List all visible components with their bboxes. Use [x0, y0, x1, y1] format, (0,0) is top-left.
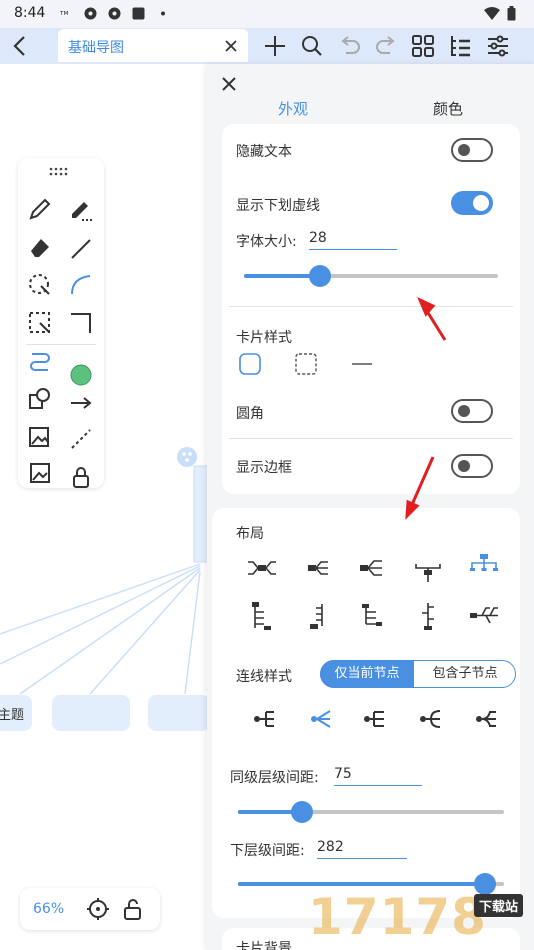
search-icon[interactable] — [299, 33, 325, 59]
line-style-with-children[interactable]: 包含子节点 — [414, 660, 516, 688]
zoom-bar: 66% — [20, 888, 160, 930]
hide-text-label: 隐藏文本 — [236, 144, 292, 160]
card-style-dashed-icon[interactable] — [294, 352, 318, 376]
app-square-icon — [132, 7, 145, 20]
insert-image-icon[interactable] — [27, 424, 53, 450]
appearance-card: 隐藏文本 显示下划虚线 字体大小: 28 卡片样式 圆角 显示边框 — [222, 124, 520, 494]
watermark-badge: 下载站 — [474, 894, 524, 917]
corner-line-icon[interactable] — [68, 310, 94, 336]
card-style-rounded-icon[interactable] — [238, 352, 262, 376]
redo-icon[interactable] — [373, 33, 399, 59]
section-divider — [229, 438, 513, 439]
more-dot-icon — [161, 11, 165, 16]
sibling-gap-input[interactable]: 75 — [334, 766, 422, 786]
color-picker-icon[interactable] — [68, 362, 94, 388]
show-border-label: 显示边框 — [236, 460, 292, 476]
lock-icon[interactable] — [68, 464, 94, 490]
child-gap-label: 下层级间距: — [230, 843, 305, 859]
rounded-corner-label: 圆角 — [236, 406, 264, 422]
layout-card: 布局 连线样式 仅当前节点 包含子节点 同级层级间距: 75 下层级间距: 28… — [212, 508, 520, 918]
layout-bilateral-icon[interactable] — [246, 552, 278, 584]
document-tab-title: 基础导图 — [68, 40, 124, 56]
layout-tree-right-icon[interactable] — [246, 600, 278, 632]
topic-node-label: 主题 — [0, 708, 25, 723]
crop-image-icon[interactable] — [27, 460, 53, 486]
settings-sliders-icon[interactable] — [485, 33, 511, 59]
arc-tool-icon[interactable] — [68, 272, 94, 298]
layout-tree-left-icon[interactable] — [304, 600, 336, 632]
lasso-select-icon[interactable] — [27, 272, 53, 298]
layout-tree-both-icon[interactable] — [356, 600, 388, 632]
close-panel-icon[interactable] — [221, 76, 237, 92]
layout-org-up-icon[interactable] — [468, 550, 500, 582]
connector-style-1-icon[interactable] — [252, 706, 278, 732]
tab-color[interactable]: 颜色 — [433, 98, 463, 119]
drag-handle-icon[interactable] — [48, 166, 70, 176]
svg-text:ᵀᴹ: ᵀᴹ — [60, 11, 68, 20]
watermark: 17178 下载站 — [308, 886, 534, 950]
layout-right-icon[interactable] — [304, 552, 336, 584]
connector-style-4-icon[interactable] — [418, 706, 444, 732]
topic-node-3[interactable] — [148, 695, 210, 731]
close-tab-icon[interactable] — [224, 39, 238, 53]
topic-node[interactable]: 主题 — [0, 695, 32, 731]
layout-fishbone-icon[interactable] — [468, 600, 500, 632]
annotation-arrows — [405, 297, 447, 520]
connector-style-3-icon[interactable] — [362, 706, 388, 732]
wifi-icon — [484, 7, 500, 20]
marker-icon[interactable] — [68, 196, 94, 222]
dashed-line-icon[interactable] — [68, 426, 94, 452]
add-icon[interactable] — [262, 33, 288, 59]
outline-list-icon[interactable] — [447, 33, 473, 59]
status-time: 8:44 — [14, 5, 46, 21]
app-notification-icon-2 — [108, 7, 121, 20]
line-style-label: 连线样式 — [236, 669, 292, 685]
hide-text-toggle[interactable] — [451, 138, 493, 162]
section-divider — [229, 306, 513, 307]
tab-appearance[interactable]: 外观 — [278, 98, 308, 119]
document-tab[interactable]: 基础导图 — [58, 29, 248, 62]
rect-select-icon[interactable] — [27, 310, 53, 336]
font-size-input[interactable]: 28 — [309, 230, 397, 250]
eraser-icon[interactable] — [27, 234, 53, 260]
child-gap-input[interactable]: 282 — [317, 839, 407, 859]
arrow-tool-icon[interactable] — [68, 390, 94, 416]
pencil-icon[interactable] — [27, 196, 53, 222]
line-style-current-node[interactable]: 仅当前节点 — [320, 660, 414, 688]
topic-node-2[interactable] — [52, 695, 130, 731]
undo-icon[interactable] — [337, 33, 363, 59]
layout-left-icon[interactable] — [356, 552, 388, 584]
connector-style-5-icon[interactable] — [474, 706, 500, 732]
unlock-icon[interactable] — [121, 897, 145, 921]
sibling-gap-slider-thumb[interactable] — [291, 801, 313, 823]
signal-label-icon: ᵀᴹ — [60, 11, 68, 20]
app-notification-icon — [84, 7, 97, 20]
layout-title: 布局 — [236, 526, 264, 542]
battery-icon — [507, 6, 516, 21]
line-tool-icon[interactable] — [68, 236, 94, 262]
grid-view-icon[interactable] — [410, 33, 436, 59]
tool-divider — [26, 344, 96, 345]
drawing-tool-panel — [18, 158, 104, 488]
font-size-label: 字体大小: — [236, 234, 297, 250]
zoom-level[interactable]: 66% — [33, 901, 64, 917]
font-size-slider-thumb[interactable] — [309, 265, 331, 287]
card-style-line-icon[interactable] — [350, 352, 374, 376]
sibling-gap-label: 同级层级间距: — [230, 770, 319, 786]
connector-style-2-icon[interactable] — [308, 706, 334, 732]
card-background-label: 卡片背景 — [236, 941, 292, 950]
connector-path-icon[interactable] — [27, 348, 53, 374]
status-bar: 8:44 ᵀᴹ — [0, 0, 534, 28]
underline-toggle[interactable] — [451, 191, 493, 215]
back-arrow-icon[interactable] — [8, 33, 34, 59]
layout-timeline-icon[interactable] — [412, 600, 444, 632]
layout-org-down-icon[interactable] — [412, 556, 444, 588]
watermark-text: 17178 — [308, 888, 487, 946]
underline-label: 显示下划虚线 — [236, 198, 320, 214]
shape-tool-icon[interactable] — [27, 386, 53, 412]
style-side-panel: 外观 颜色 隐藏文本 显示下划虚线 字体大小: 28 卡片样式 圆角 显示边框 … — [207, 64, 534, 950]
card-style-label: 卡片样式 — [236, 330, 292, 346]
locate-center-icon[interactable] — [86, 897, 110, 921]
